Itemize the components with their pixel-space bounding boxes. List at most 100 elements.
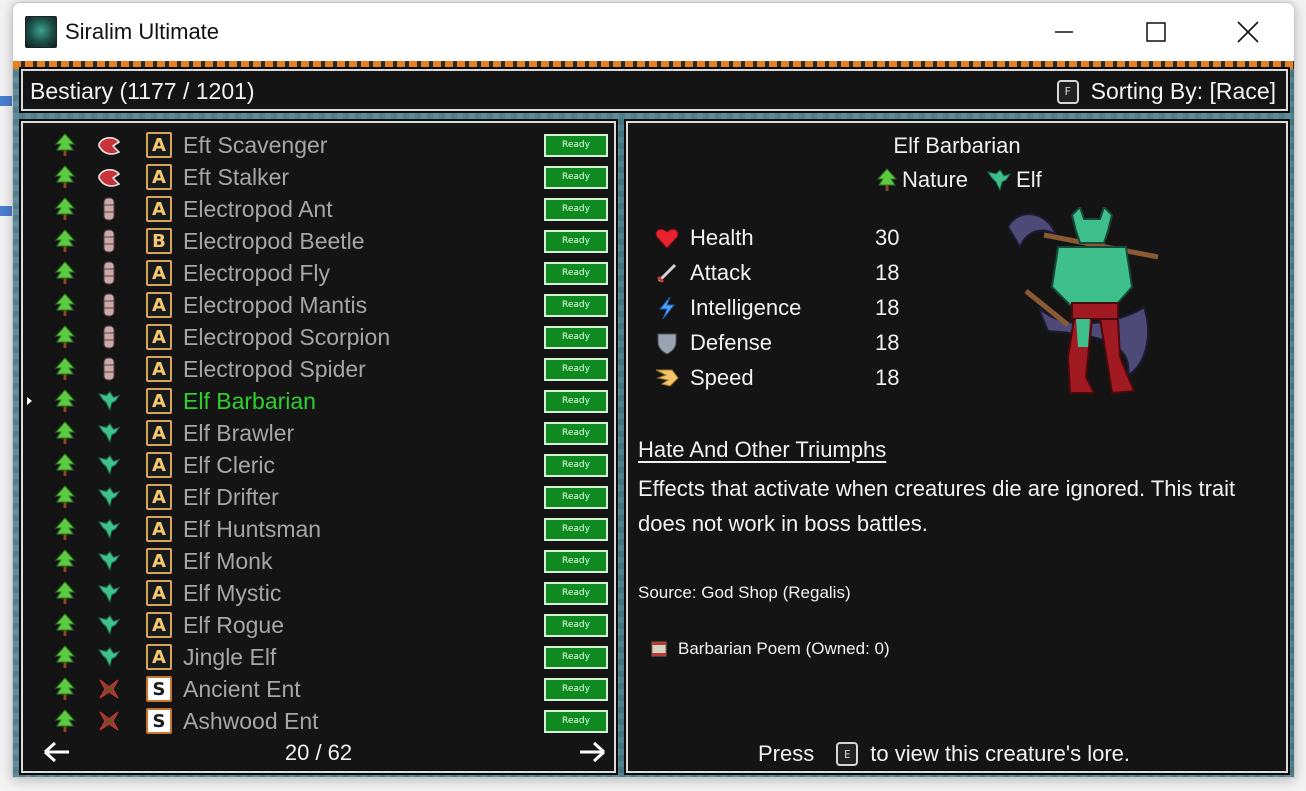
status-badge: Ready <box>544 517 608 541</box>
nature-icon <box>53 645 77 669</box>
creature-list-name: Elf Mystic <box>183 579 282 606</box>
electropod-race-icon <box>97 197 121 221</box>
electropod-race-icon <box>97 357 121 381</box>
title-bar[interactable]: Siralim Ultimate <box>13 3 1294 61</box>
rarity-badge: A <box>146 548 172 574</box>
class-tag: Nature <box>876 167 968 193</box>
sword-icon <box>654 260 680 286</box>
rarity-badge: A <box>146 516 172 542</box>
list-item[interactable]: A Elf Barbarian Ready <box>23 385 614 417</box>
bestiary-title: Bestiary (1177 / 1201) <box>30 78 255 104</box>
creature-list-name: Elf Huntsman <box>183 515 322 542</box>
elf-race-icon <box>97 485 121 509</box>
list-item[interactable]: A Elf Cleric Ready <box>23 449 614 481</box>
elf-race-icon <box>97 645 121 669</box>
rarity-badge: A <box>146 196 172 222</box>
nature-icon <box>53 549 77 573</box>
nature-icon <box>53 293 77 317</box>
sort-control[interactable]: F Sorting By: [Race] <box>1056 78 1276 105</box>
nature-icon <box>53 485 77 509</box>
next-page-button[interactable] <box>578 737 606 770</box>
status-badge: Ready <box>544 261 608 285</box>
nature-icon <box>53 453 77 477</box>
class-label: Nature <box>902 167 969 192</box>
pager: 20 / 62 <box>23 733 614 771</box>
item-poem: Barbarian Poem (Owned: 0) <box>650 639 890 659</box>
list-item[interactable]: A Elf Monk Ready <box>23 545 614 577</box>
creature-list-name: Ashwood Ent <box>183 707 319 734</box>
list-item[interactable]: A Elf Brawler Ready <box>23 417 614 449</box>
status-badge: Ready <box>544 165 608 189</box>
creature-list-panel: A Eft Scavenger Ready A Eft Stalker Ready A Ele… <box>21 121 616 773</box>
rarity-badge: A <box>146 356 172 382</box>
status-badge: Ready <box>544 677 608 701</box>
close-button[interactable] <box>1202 3 1294 61</box>
list-item[interactable]: A Electropod Ant Ready <box>23 193 614 225</box>
status-badge: Ready <box>544 421 608 445</box>
trait-description: Effects that activate when creatures die… <box>638 476 1236 536</box>
list-item[interactable]: A Elf Mystic Ready <box>23 577 614 609</box>
list-item[interactable]: S Ancient Ent Ready <box>23 673 614 705</box>
list-item[interactable]: A Electropod Fly Ready <box>23 257 614 289</box>
scroll-icon <box>650 640 668 658</box>
app-window: Siralim Ultimate Bestiary (1177 / 1201) … <box>12 2 1295 778</box>
shield-icon <box>654 330 680 356</box>
creature-list-name: Eft Stalker <box>183 163 290 190</box>
decor-strip <box>13 61 1294 69</box>
rarity-badge: A <box>146 260 172 286</box>
elf-race-icon <box>97 613 121 637</box>
nature-icon <box>53 357 77 381</box>
electropod-race-icon <box>97 293 121 317</box>
creature-list-name: Elf Monk <box>183 547 273 574</box>
nature-icon <box>53 421 77 445</box>
list-item[interactable]: A Eft Scavenger Ready <box>23 129 614 161</box>
rarity-badge: A <box>146 612 172 638</box>
minimize-button[interactable] <box>1018 3 1110 61</box>
lore-hint: Press E to view this creature's lore. <box>758 741 1130 767</box>
eft-race-icon <box>97 165 121 189</box>
maximize-button[interactable] <box>1110 3 1202 61</box>
nature-icon <box>53 165 77 189</box>
nature-icon <box>53 613 77 637</box>
creature-list-name: Elf Cleric <box>183 451 276 478</box>
list-item[interactable]: A Eft Stalker Ready <box>23 161 614 193</box>
page-indicator: 20 / 62 <box>284 740 353 765</box>
creature-list-name: Eft Scavenger <box>183 131 328 158</box>
electropod-race-icon <box>97 229 121 253</box>
selection-cursor-icon <box>27 397 32 405</box>
list-item[interactable]: A Elf Drifter Ready <box>23 481 614 513</box>
stat-label: Health <box>690 225 754 250</box>
list-item[interactable]: A Elf Huntsman Ready <box>23 513 614 545</box>
nature-icon <box>53 517 77 541</box>
lightning-icon <box>654 295 680 321</box>
creature-detail-panel: Elf Barbarian Nature Elf Health 30 Attac… <box>626 121 1288 773</box>
lore-prefix: Press <box>758 741 815 766</box>
elf-race-icon <box>97 581 121 605</box>
status-badge: Ready <box>544 645 608 669</box>
list-item[interactable]: A Jingle Elf Ready <box>23 641 614 673</box>
creature-list-name: Elf Rogue <box>183 611 285 638</box>
stat-label: Intelligence <box>690 295 802 320</box>
stat-label: Attack <box>690 260 752 285</box>
rarity-badge: A <box>146 452 172 478</box>
status-badge: Ready <box>544 389 608 413</box>
list-item[interactable]: A Electropod Spider Ready <box>23 353 614 385</box>
status-badge: Ready <box>544 453 608 477</box>
stat-health: Health 30 <box>654 223 899 253</box>
lore-suffix: to view this creature's lore. <box>870 741 1130 766</box>
creature-list-name: Jingle Elf <box>183 643 277 670</box>
creature-list-name: Electropod Ant <box>183 195 333 222</box>
minimize-icon <box>1055 31 1073 33</box>
status-badge: Ready <box>544 485 608 509</box>
list-item[interactable]: B Electropod Beetle Ready <box>23 225 614 257</box>
list-item[interactable]: A Electropod Mantis Ready <box>23 289 614 321</box>
lore-key-icon[interactable]: E <box>836 742 859 766</box>
stat-label: Speed <box>690 365 754 390</box>
creature-list-name: Electropod Spider <box>183 355 366 382</box>
elf-race-icon <box>97 453 121 477</box>
status-badge: Ready <box>544 229 608 253</box>
list-item[interactable]: A Electropod Scorpion Ready <box>23 321 614 353</box>
race-label: Elf <box>1016 167 1042 192</box>
list-item[interactable]: A Elf Rogue Ready <box>23 609 614 641</box>
nature-icon <box>53 229 77 253</box>
